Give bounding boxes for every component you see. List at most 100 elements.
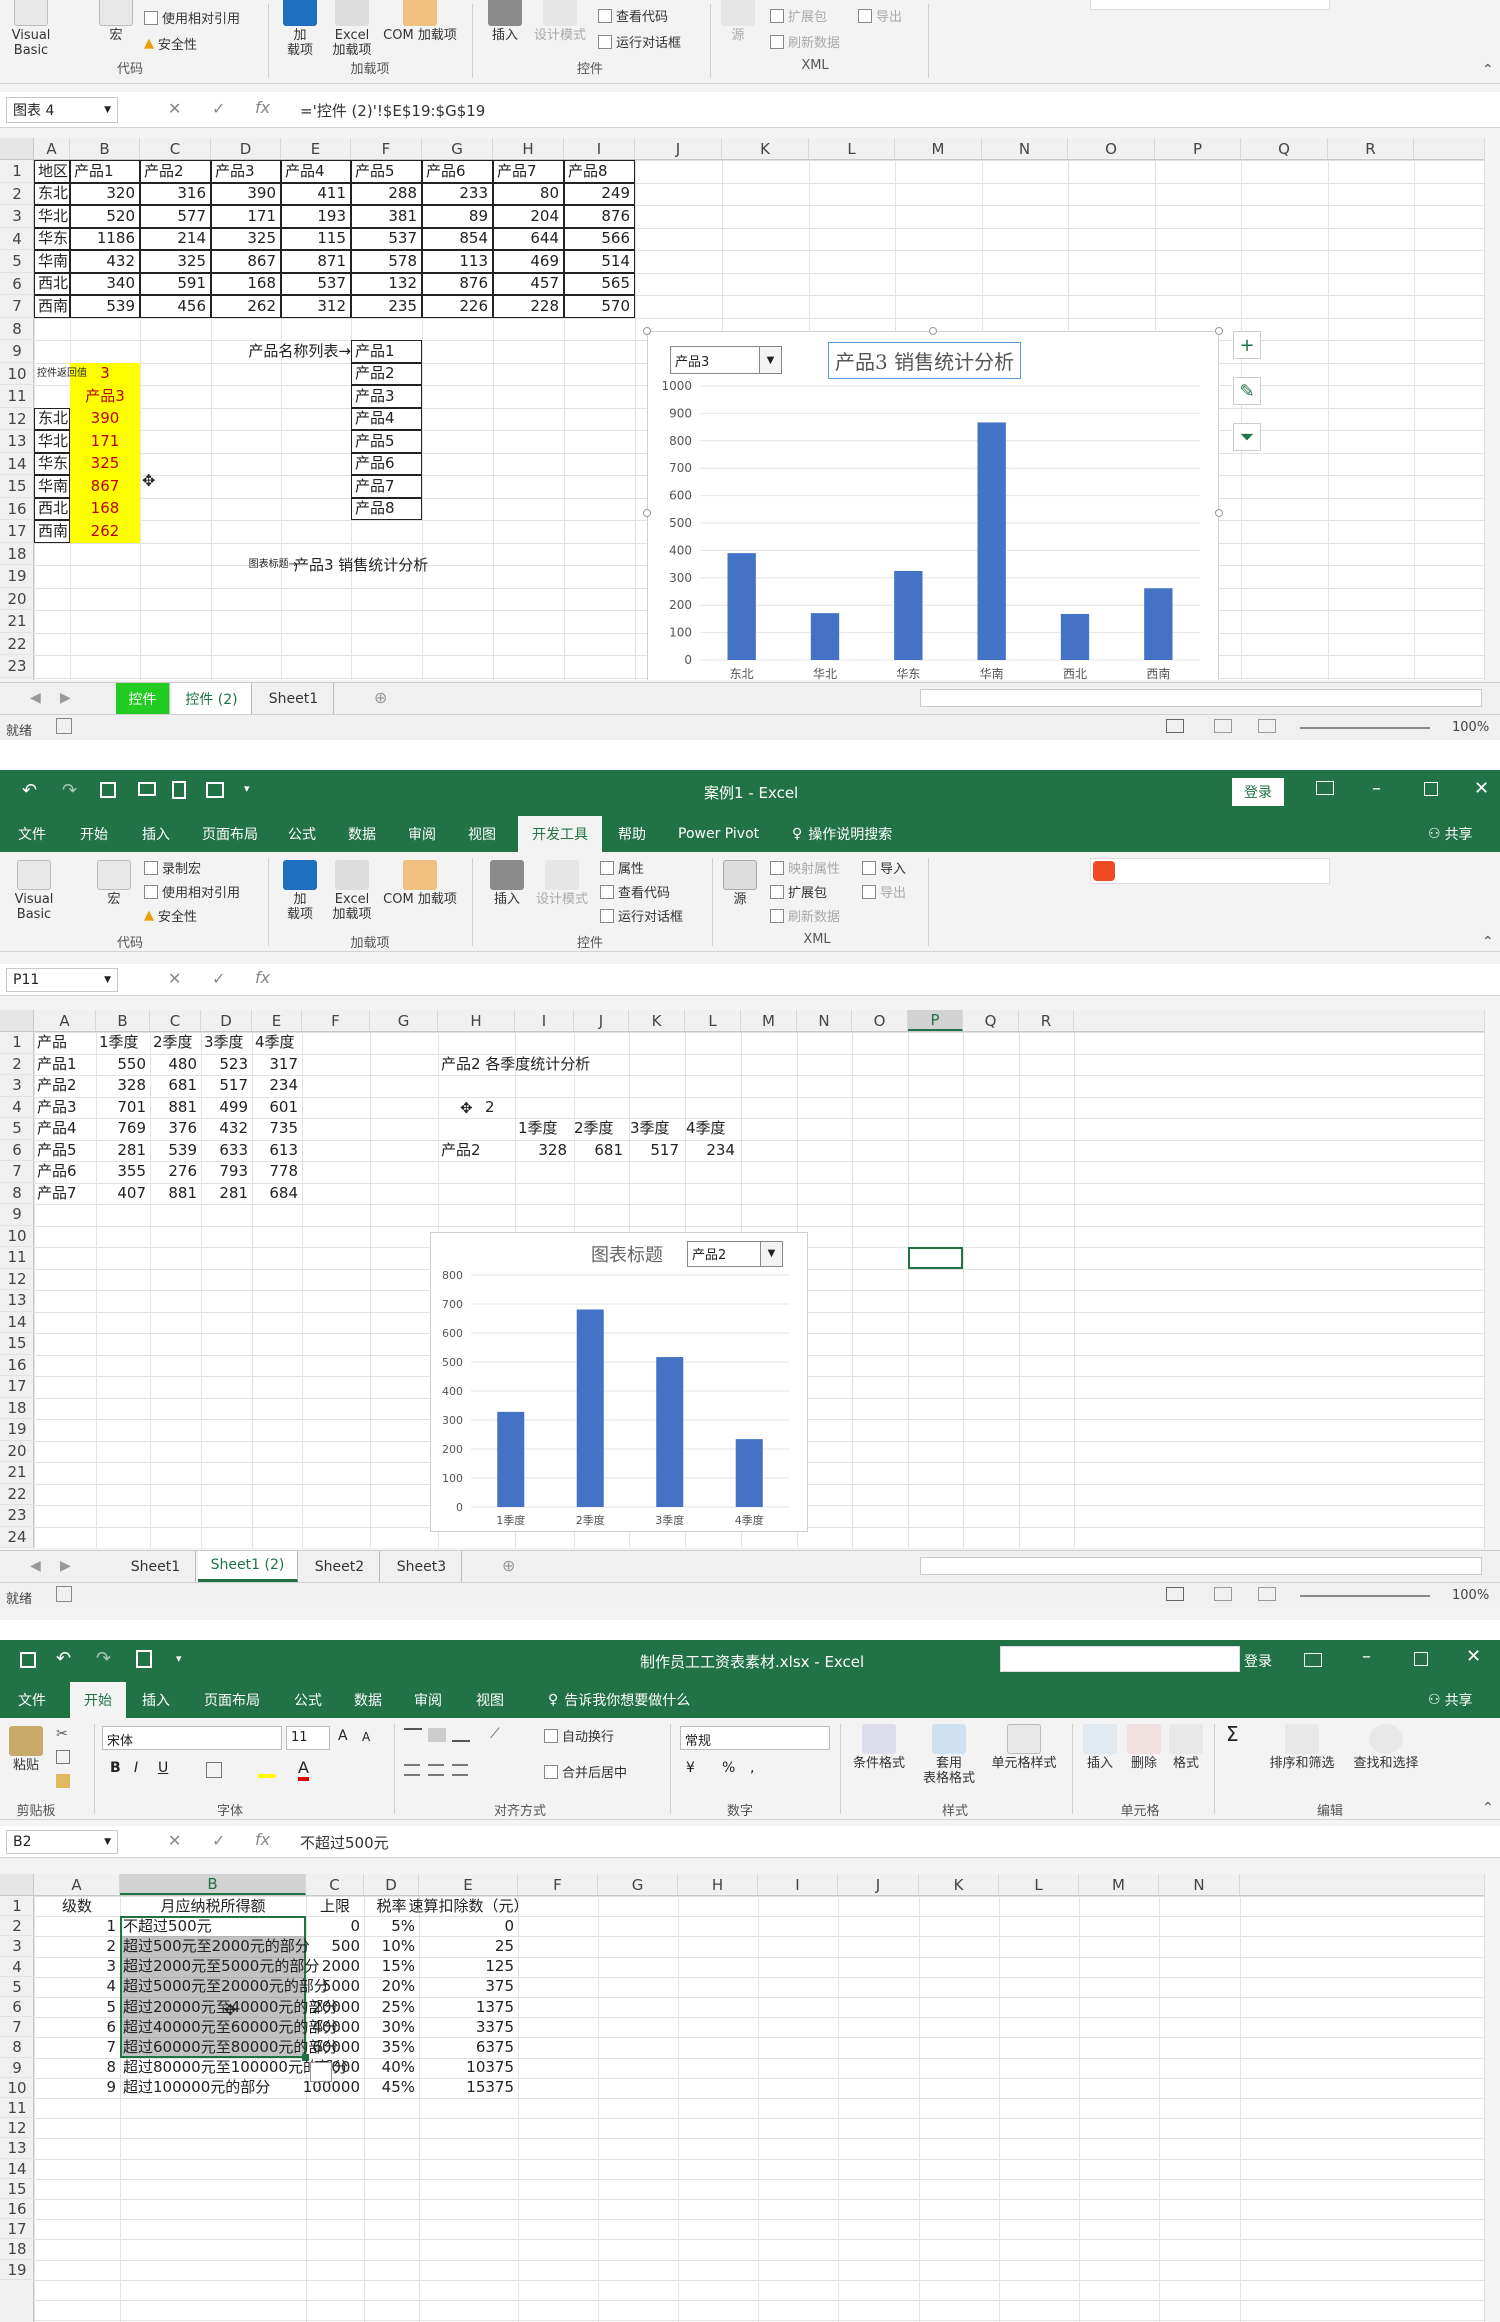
row-header-21[interactable]: 21	[0, 610, 34, 633]
row-header-23[interactable]: 23	[0, 1505, 34, 1527]
save-icon[interactable]	[20, 1652, 36, 1668]
align-bottom-icon[interactable]	[452, 1728, 470, 1742]
cancel-icon[interactable]: ✕	[168, 969, 181, 988]
tell-me-search[interactable]: ♀ 操作说明搜索	[784, 816, 900, 852]
macro-record-icon[interactable]	[56, 1586, 72, 1602]
next-sheet-icon[interactable]: ▶	[60, 1558, 71, 1574]
table-icon[interactable]	[206, 782, 224, 798]
run-dialog-button[interactable]: 运行对话框	[600, 906, 683, 925]
zoom-slider[interactable]	[1300, 1595, 1430, 1597]
orientation-icon[interactable]: ⟋	[490, 1726, 500, 1742]
refresh-data-button[interactable]: 刷新数据	[770, 906, 840, 925]
com-addins-button[interactable]: COM 加载项	[380, 0, 460, 44]
column-header-f[interactable]: F	[518, 1874, 598, 1895]
relative-ref-button[interactable]: 使用相对引用	[144, 882, 240, 901]
column-header-l[interactable]: L	[999, 1874, 1079, 1895]
minimize-icon[interactable]: –	[1372, 778, 1381, 799]
login-button[interactable]: 登录	[1232, 778, 1284, 806]
resize-handle[interactable]	[643, 327, 651, 335]
column-header-g[interactable]: G	[370, 1010, 438, 1031]
column-header-h[interactable]: H	[438, 1010, 515, 1031]
source-button[interactable]: 源	[722, 860, 758, 908]
sheet-tab-controls[interactable]: 控件	[116, 683, 170, 714]
ime-toolbar[interactable]	[1090, 0, 1330, 10]
row-header-19[interactable]: 19	[0, 565, 34, 588]
horizontal-scrollbar[interactable]	[920, 1557, 1482, 1575]
row-header-15[interactable]: 15	[0, 475, 34, 498]
row-header-23[interactable]: 23	[0, 655, 34, 678]
row-header-18[interactable]: 18	[0, 1398, 34, 1419]
next-sheet-icon[interactable]: ▶	[60, 690, 71, 706]
column-header-j[interactable]: J	[574, 1010, 629, 1031]
insert-control-button[interactable]: 插入	[484, 860, 530, 908]
tab-power-pivot[interactable]: Power Pivot	[670, 816, 767, 852]
column-header-a[interactable]: A	[34, 1010, 96, 1031]
column-header-o[interactable]: O	[852, 1010, 908, 1031]
collapse-ribbon-icon[interactable]: ⌃	[1482, 934, 1494, 950]
column-header-f[interactable]: F	[302, 1010, 370, 1031]
share-button[interactable]: ⚇ 共享	[1420, 816, 1481, 852]
row-header-17[interactable]: 17	[0, 2219, 34, 2240]
column-header-q[interactable]: Q	[1241, 138, 1328, 159]
column-header-l[interactable]: L	[809, 138, 895, 159]
row-header-22[interactable]: 22	[0, 1484, 34, 1505]
properties-button[interactable]: 属性	[600, 858, 644, 877]
format-painter-icon[interactable]	[56, 1774, 70, 1788]
row-header-4[interactable]: 4	[0, 1957, 34, 1977]
tab-view[interactable]: 视图	[460, 816, 504, 852]
row-header-12[interactable]: 12	[0, 408, 34, 430]
export-button[interactable]: 导出	[862, 882, 906, 901]
page-break-icon[interactable]	[1258, 719, 1276, 733]
format-cells-button[interactable]: 格式	[1166, 1724, 1206, 1772]
column-header-g[interactable]: G	[422, 138, 493, 159]
formula-input[interactable]: ='控件 (2)'!$E$19:$G$19	[300, 100, 485, 121]
row-header-21[interactable]: 21	[0, 1462, 34, 1484]
tab-developer[interactable]: 开发工具	[518, 816, 602, 852]
cancel-icon[interactable]: ✕	[168, 99, 181, 118]
addins-button[interactable]: 加 载项	[282, 860, 318, 923]
qat-more-icon[interactable]: ▾	[244, 782, 250, 795]
column-header-c[interactable]: C	[140, 138, 211, 159]
select-all-corner[interactable]	[0, 1874, 34, 1895]
row-header-17[interactable]: 17	[0, 1376, 34, 1398]
chart-title[interactable]: 产品3 销售统计分析	[828, 342, 1022, 379]
row-header-20[interactable]: 20	[0, 1441, 34, 1462]
save-icon[interactable]	[100, 782, 116, 798]
ribbon-display-icon[interactable]	[1316, 781, 1334, 795]
chart-title[interactable]: 图表标题	[591, 1241, 663, 1267]
row-header-15[interactable]: 15	[0, 2179, 34, 2199]
comma-icon[interactable]: ,	[750, 1760, 754, 1776]
column-header-i[interactable]: I	[564, 138, 635, 159]
name-box[interactable]: P11 ▼	[6, 968, 118, 992]
sheet-tab-sheet1[interactable]: Sheet1	[116, 1551, 196, 1582]
close-icon[interactable]: ✕	[1474, 778, 1489, 799]
row-header-16[interactable]: 16	[0, 2199, 34, 2220]
map-properties-button[interactable]: 映射属性	[770, 858, 840, 877]
row-header-3[interactable]: 3	[0, 1936, 34, 1957]
row-header-4[interactable]: 4	[0, 228, 34, 250]
bold-button[interactable]: B	[110, 1760, 121, 1776]
tab-page-layout[interactable]: 页面布局	[194, 816, 266, 852]
row-header-10[interactable]: 10	[0, 1226, 34, 1247]
active-cell-p11[interactable]	[908, 1247, 963, 1269]
row-header-18[interactable]: 18	[0, 543, 34, 565]
zoom-slider[interactable]	[1300, 727, 1430, 729]
column-header-q[interactable]: Q	[963, 1010, 1019, 1031]
grow-font-icon[interactable]: A	[338, 1728, 348, 1744]
product-selector-combo[interactable]: 产品2 ▼	[687, 1240, 783, 1267]
currency-icon[interactable]: ¥	[686, 1760, 695, 1776]
column-header-n[interactable]: N	[797, 1010, 852, 1031]
column-header-g[interactable]: G	[598, 1874, 678, 1895]
row-header-8[interactable]: 8	[0, 318, 34, 340]
undo-icon[interactable]: ↶	[22, 780, 37, 801]
row-header-1[interactable]: 1	[0, 1032, 34, 1054]
macro-button[interactable]: 宏	[98, 0, 134, 44]
row-header-2[interactable]: 2	[0, 1916, 34, 1937]
column-header-h[interactable]: H	[678, 1874, 758, 1895]
row-header-18[interactable]: 18	[0, 2239, 34, 2260]
name-box[interactable]: 图表 4 ▼	[6, 97, 118, 123]
tab-page-layout[interactable]: 页面布局	[196, 1682, 268, 1718]
ribbon-display-icon[interactable]	[1304, 1653, 1322, 1667]
excel-addins-button[interactable]: Excel 加载项	[330, 860, 374, 923]
expansion-pack-button[interactable]: 扩展包	[770, 6, 827, 25]
